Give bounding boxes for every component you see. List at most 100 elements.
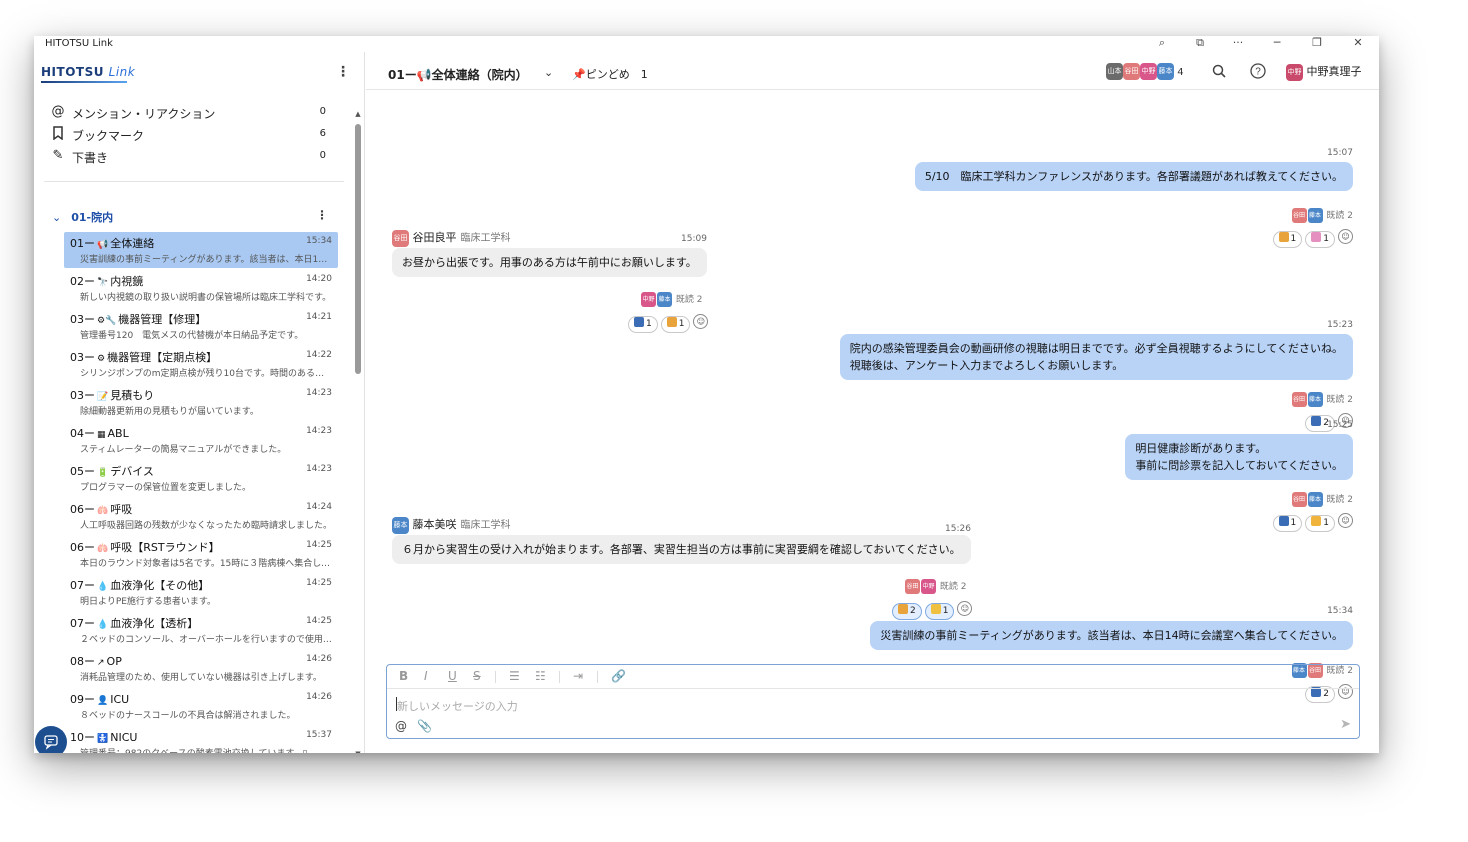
channel-item[interactable]: 03ー ⚙ 機器管理【定期点検】 14:22 シリンジポンプのm定期点検が残り10台です…	[64, 346, 338, 382]
add-reaction-icon[interactable]: ☺	[1338, 513, 1353, 528]
channel-time: 14:25	[306, 540, 332, 550]
channel-item[interactable]: 06ー 🫁 呼吸【RSTラウンド】 14:25 本日のラウンド対象者は5名です。15時に…	[64, 536, 338, 572]
member-count: 4	[1177, 66, 1184, 78]
message-input[interactable]: 新しいメッセージの入力	[397, 698, 518, 714]
read-receipts[interactable]: 谷田 中野 既読 2	[905, 579, 966, 594]
current-user[interactable]: 中野 中野真理子	[1286, 63, 1362, 81]
reaction-chip[interactable]: 1	[628, 316, 658, 333]
channel-item[interactable]: 05ー 🔋 デバイス 14:23 プログラマーの保管位置を変更しました。	[64, 460, 338, 496]
message-sender: 藤本 藤本美咲 臨床工学科	[392, 516, 511, 534]
quick-item-bookmarks[interactable]: ブックマーク 6	[50, 126, 326, 146]
reaction-chip[interactable]: 1	[924, 603, 955, 620]
mention-icon[interactable]: @	[395, 719, 407, 733]
reaction-chip[interactable]: 1	[1305, 231, 1335, 248]
avatar[interactable]: 藤本	[392, 516, 409, 534]
help-icon[interactable]: ?	[1250, 63, 1266, 83]
avatar: 谷田	[1291, 392, 1307, 407]
read-receipts[interactable]: 中野 藤本 既読 2	[641, 292, 702, 307]
channel-emoji-icon: 🫁	[97, 506, 109, 516]
add-reaction-icon[interactable]: ☺	[1338, 229, 1353, 244]
message-bubble[interactable]: 院内の感染管理委員会の動画研修の視聴は明日までです。必ず全員視聴するようにしてく…	[839, 334, 1353, 380]
message-bubble[interactable]: お昼から出張です。用事のある方は午前中にお願いします。	[392, 248, 707, 277]
add-reaction-icon[interactable]: ☺	[957, 601, 973, 616]
read-receipts[interactable]: 谷田 藤本 既読 2	[1291, 392, 1353, 407]
restore-button[interactable]: ❐	[1302, 36, 1332, 52]
avatar[interactable]: 谷田	[392, 229, 409, 247]
message-bubble[interactable]: 5/10 臨床工学科カンファレンスがあります。各部署議題があれば教えてください。	[914, 162, 1353, 191]
channel-preview: ２ベッドのコンソール、オーバーホールを行いますので使用できません。	[80, 635, 332, 645]
message-bubble[interactable]: 災害訓練の事前ミーティングがあります。該当者は、本日14時に会議室へ集合してくだ…	[870, 621, 1353, 650]
message-bubble[interactable]: ６月から実習生の受け入れが始まります。各部署、実習生担当の方は事前に実習要綱を確…	[392, 535, 971, 564]
channel-preview: 管理番号120 電気メスの代替機が本日納品予定です。	[80, 331, 304, 341]
pencil-icon: ✎	[52, 148, 64, 163]
reaction-chip[interactable]: 1	[1272, 231, 1303, 248]
brand-logo: HITOTSU Link	[41, 65, 136, 79]
channel-group-header[interactable]: ⌄ 01-院内	[52, 209, 113, 225]
channel-preview: ８ベッドのナースコールの不具合は解消されました。	[80, 711, 296, 721]
channel-item[interactable]: 01ー 📢 全体連絡 15:34 災害訓練の事前ミーティングがあります。該当者は、本日1…	[64, 232, 338, 268]
channel-time: 15:37	[306, 730, 332, 740]
pin-button[interactable]: 📌ピンどめ 1	[572, 66, 648, 82]
italic-button[interactable]: I	[424, 669, 428, 683]
sidebar-menu-icon[interactable]: ⋮	[336, 64, 350, 80]
quick-item-drafts[interactable]: ✎ 下書き 0	[50, 148, 326, 168]
chevron-down-icon: ⌄	[52, 211, 62, 224]
brand-underline	[41, 81, 127, 83]
group-menu-icon[interactable]: ⋮	[316, 208, 328, 222]
close-button[interactable]: ✕	[1343, 36, 1373, 52]
quick-item-mentions[interactable]: @ メンション・リアクション 0	[50, 104, 327, 124]
member-avatars[interactable]: 山本 谷田 中野 藤本 4	[1106, 63, 1184, 80]
reaction-chip[interactable]: 1	[660, 316, 691, 333]
send-icon[interactable]: ➤	[1340, 717, 1351, 732]
cast-icon[interactable]: ⧉	[1185, 36, 1215, 52]
channel-item[interactable]: 08ー ↗ OP 14:26 消耗品管理のため、使用していない機器は引き上げします。	[64, 650, 338, 686]
channel-item[interactable]: 07ー 💧 血液浄化【透析】 14:25 ２ベッドのコンソール、オーバーホールを行います…	[64, 612, 338, 648]
reaction-chip[interactable]: 2	[892, 603, 922, 620]
channel-name: 05ー 🔋 デバイス	[70, 465, 154, 478]
channel-item[interactable]: 10ー🚼NICU 15:37 管理番号：982のクベースの酸素電池交換しています。▯	[64, 726, 338, 753]
sender-name[interactable]: 谷田良平	[413, 231, 457, 244]
numbered-list-icon[interactable]: ☷	[535, 669, 546, 683]
add-reaction-icon[interactable]: ☺	[693, 314, 709, 329]
underline-button[interactable]: U	[448, 669, 457, 683]
scroll-down-icon[interactable]: ▼	[354, 750, 362, 753]
channel-item[interactable]: 02ー 🔭 内視鏡 14:20 新しい内視鏡の取り扱い説明書の保管場所は臨床工学科です。	[64, 270, 338, 306]
channel-dropdown-icon[interactable]: ⌄	[544, 66, 553, 79]
message-time: 15:34	[1327, 606, 1353, 616]
new-chat-button[interactable]	[35, 726, 67, 753]
search-icon[interactable]	[1212, 64, 1226, 82]
strikethrough-button[interactable]: S	[473, 669, 481, 683]
message-bubble[interactable]: 明日健康診断があります。 事前に問診票を記入しておいてください。	[1125, 434, 1353, 480]
read-receipts[interactable]: 谷田 藤本 既読 2	[1291, 208, 1353, 223]
bold-button[interactable]: B	[399, 669, 408, 683]
channel-preview: 管理番号：982のクベースの酸素電池交換しています。▯	[80, 746, 332, 753]
indent-icon[interactable]: ⇥	[573, 669, 583, 683]
read-receipts[interactable]: 谷田 藤本 既読 2	[1291, 492, 1353, 507]
channel-group-label: 01-院内	[71, 211, 114, 224]
channel-item[interactable]: 03ー 📝 見積もり 14:23 除細動器更新用の見積もりが届いています。	[64, 384, 338, 420]
scrollbar-thumb[interactable]	[355, 124, 361, 374]
channel-title[interactable]: 01ー📢全体連絡（院内）	[388, 66, 528, 83]
scroll-up-icon[interactable]: ▲	[354, 110, 362, 118]
sender-name[interactable]: 藤本美咲	[413, 518, 457, 531]
more-icon[interactable]: ···	[1223, 36, 1253, 52]
bullet-list-icon[interactable]: ☰	[509, 669, 520, 683]
reaction-count: 1	[1323, 518, 1329, 528]
channel-header: 01ー📢全体連絡（院内） ⌄ 📌ピンどめ 1 山本 谷田 中野 藤本 4 ? 中野 中…	[366, 52, 1379, 90]
channel-item[interactable]: 07ー 💧 血液浄化【その他】 14:25 明日よりPE施行する患者います。	[64, 574, 338, 610]
minimize-button[interactable]: ─	[1262, 36, 1292, 52]
channel-name: 08ー ↗ OP	[70, 655, 122, 668]
channel-item[interactable]: 06ー 🫁 呼吸 14:24 人工呼吸器回路の残数が少なくなったため臨時請求しました。	[64, 498, 338, 534]
avatar: 藤本	[657, 292, 672, 307]
link-icon[interactable]: 🔗	[611, 669, 626, 683]
reaction-chip[interactable]: 1	[1305, 515, 1335, 532]
channel-item[interactable]: 03ー ⚙🔧 機器管理【修理】 14:21 管理番号120 電気メスの代替機が本日納品予…	[64, 308, 338, 344]
sidebar-scrollbar[interactable]: ▲ ▼	[354, 110, 362, 753]
channel-item[interactable]: 04ー ▦ ABL 14:23 スティムレーターの簡易マニュアルができました。	[64, 422, 338, 458]
attachment-icon[interactable]: 📎	[417, 719, 432, 733]
zoom-icon[interactable]: ⌕	[1147, 36, 1177, 52]
avatar: 谷田	[1123, 63, 1140, 80]
reaction-chip[interactable]: 1	[1272, 515, 1303, 532]
channel-emoji-icon: 🔭	[97, 278, 109, 288]
channel-item[interactable]: 09ー 👤 ICU 14:26 ８ベッドのナースコールの不具合は解消されました。	[64, 688, 338, 724]
